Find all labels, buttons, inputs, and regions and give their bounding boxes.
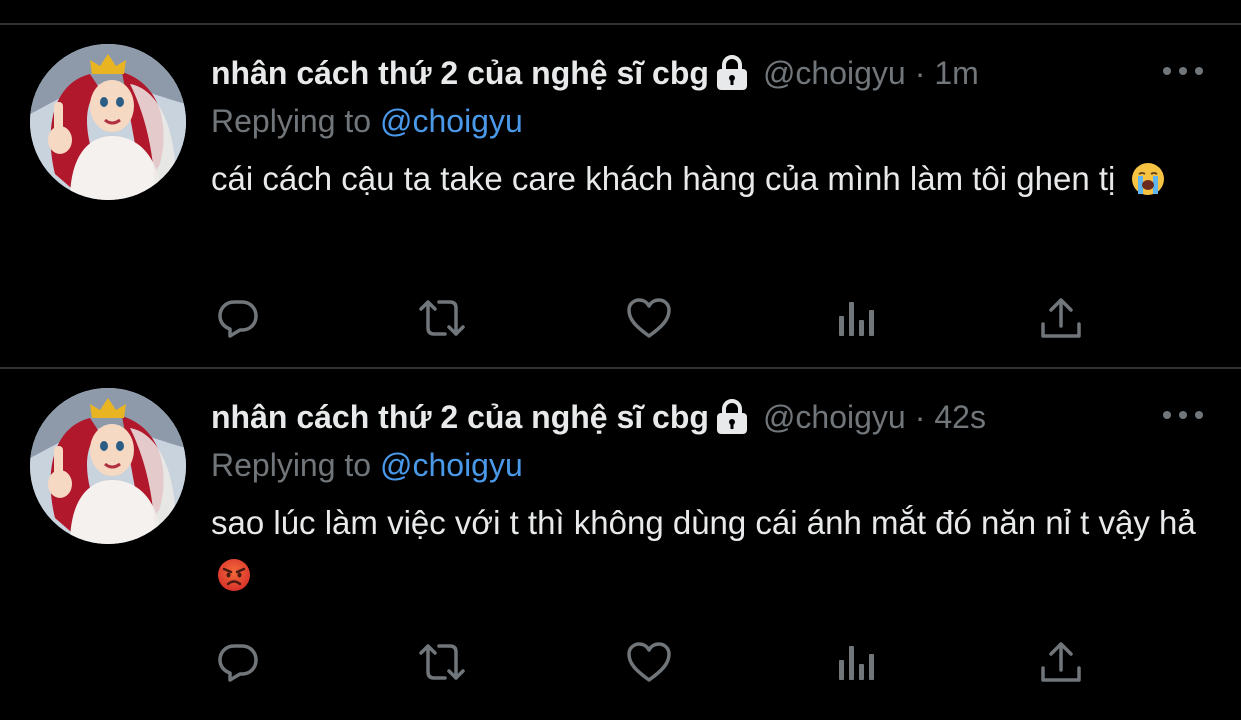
display-name[interactable]: nhân cách thứ 2 của nghệ sĩ cbg <box>211 51 709 95</box>
retweet-icon[interactable] <box>417 293 467 343</box>
tweet-text-content: sao lúc làm việc với t thì không dùng cá… <box>211 504 1196 541</box>
reply-icon[interactable] <box>213 293 263 343</box>
more-icon[interactable] <box>1163 405 1203 425</box>
separator-dot: · <box>914 55 926 91</box>
tweet-actions <box>0 293 1241 347</box>
tweet[interactable]: nhân cách thứ 2 của nghệ sĩ cbg @choigyu… <box>0 25 1241 367</box>
angry-face-icon <box>217 555 251 607</box>
share-icon[interactable] <box>1036 293 1086 343</box>
tweet[interactable]: nhân cách thứ 2 của nghệ sĩ cbg @choigyu… <box>0 369 1241 720</box>
loudly-crying-face-icon <box>1131 159 1165 211</box>
tweet-actions <box>0 637 1241 691</box>
reply-handle-link[interactable]: @choigyu <box>380 447 523 483</box>
analytics-icon[interactable] <box>832 637 882 687</box>
user-handle[interactable]: @choigyu <box>763 51 906 95</box>
tweet-header: nhân cách thứ 2 của nghệ sĩ cbg @choigyu… <box>211 51 979 95</box>
lock-icon <box>715 55 749 91</box>
timestamp[interactable]: 42s <box>934 395 986 439</box>
avatar-image <box>30 44 186 200</box>
reply-handle-link[interactable]: @choigyu <box>380 103 523 139</box>
avatar[interactable] <box>30 44 186 200</box>
replying-to: Replying to @choigyu <box>211 444 523 486</box>
analytics-icon[interactable] <box>832 293 882 343</box>
tweet-header: nhân cách thứ 2 của nghệ sĩ cbg @choigyu… <box>211 395 986 439</box>
lock-icon <box>715 399 749 435</box>
timestamp[interactable]: 1m <box>934 51 978 95</box>
avatar[interactable] <box>30 388 186 544</box>
reply-prefix: Replying to <box>211 447 372 483</box>
display-name[interactable]: nhân cách thứ 2 của nghệ sĩ cbg <box>211 395 709 439</box>
tweet-text: sao lúc làm việc với t thì không dùng cá… <box>211 497 1201 607</box>
heart-icon[interactable] <box>624 293 674 343</box>
heart-icon[interactable] <box>624 637 674 687</box>
more-icon[interactable] <box>1163 61 1203 81</box>
share-icon[interactable] <box>1036 637 1086 687</box>
retweet-icon[interactable] <box>417 637 467 687</box>
reply-icon[interactable] <box>213 637 263 687</box>
avatar-image <box>30 388 186 544</box>
user-handle[interactable]: @choigyu <box>763 395 906 439</box>
tweet-text-content: cái cách cậu ta take care khách hàng của… <box>211 160 1116 197</box>
tweet-text: cái cách cậu ta take care khách hàng của… <box>211 153 1201 211</box>
separator-dot: · <box>914 399 926 435</box>
reply-prefix: Replying to <box>211 103 372 139</box>
replying-to: Replying to @choigyu <box>211 100 523 142</box>
